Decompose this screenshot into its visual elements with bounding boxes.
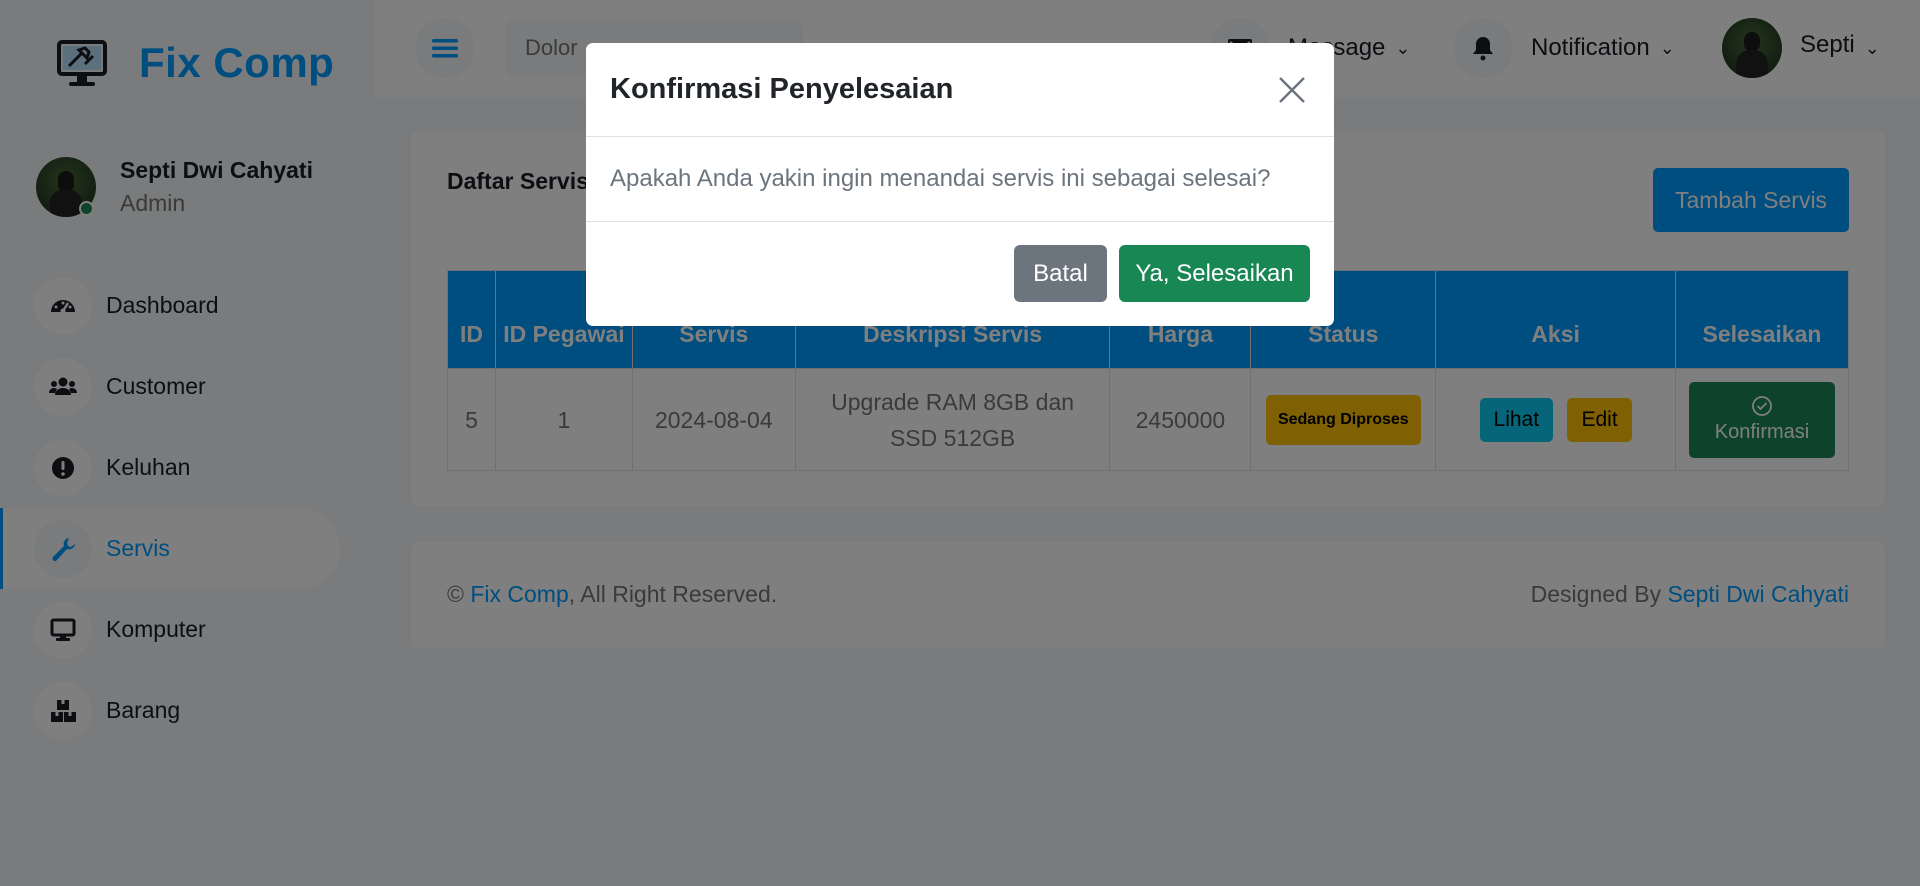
modal-title: Konfirmasi Penyelesaian (610, 73, 954, 105)
modal-body: Apakah Anda yakin ingin menandai servis … (586, 137, 1334, 222)
modal-footer: Batal Ya, Selesaikan (586, 222, 1334, 325)
modal-message: Apakah Anda yakin ingin menandai servis … (610, 165, 1271, 192)
close-icon (1279, 76, 1305, 103)
confirm-button[interactable]: Ya, Selesaikan (1119, 245, 1310, 302)
confirm-completion-modal: Konfirmasi Penyelesaian Apakah Anda yaki… (586, 43, 1334, 326)
close-button[interactable] (1272, 70, 1312, 110)
cancel-button[interactable]: Batal (1014, 245, 1107, 302)
modal-header: Konfirmasi Penyelesaian (586, 43, 1334, 137)
